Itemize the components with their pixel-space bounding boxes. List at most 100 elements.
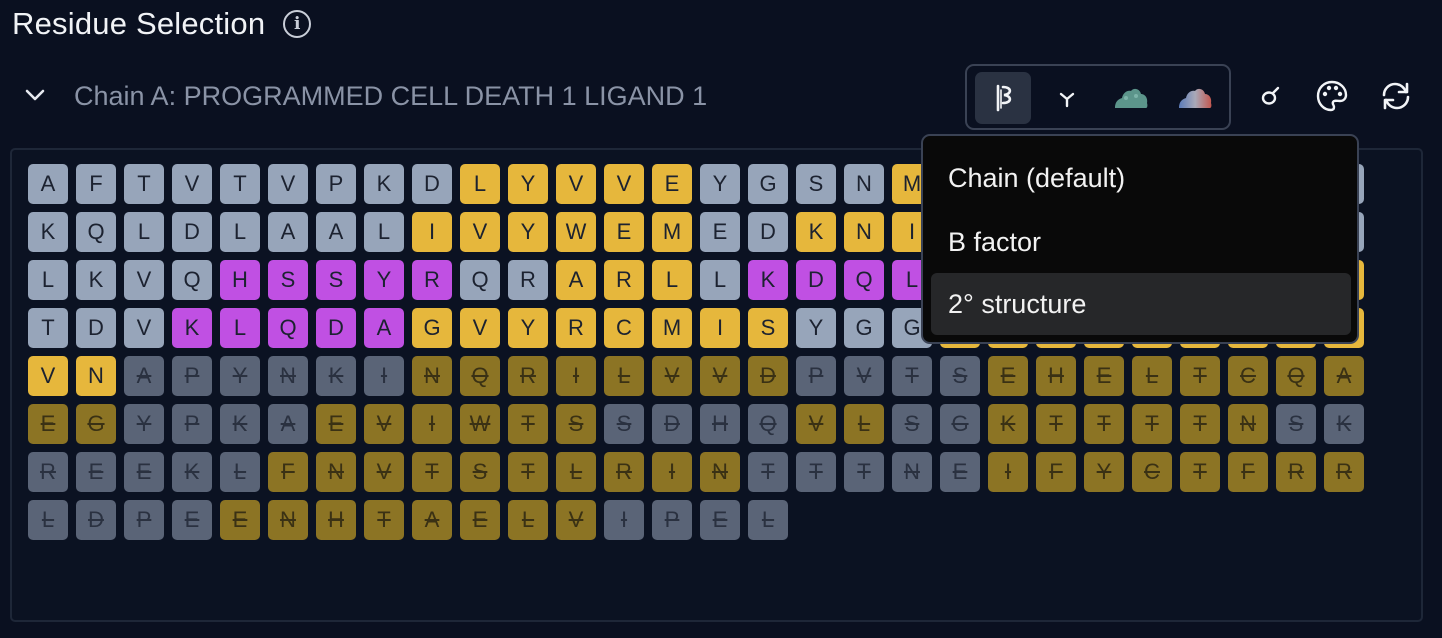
residue-cell[interactable]: G xyxy=(748,164,788,204)
residue-cell[interactable]: V xyxy=(124,308,164,348)
residue-cell[interactable]: N xyxy=(412,356,452,396)
residue-cell[interactable]: F xyxy=(76,164,116,204)
residue-cell[interactable]: S xyxy=(604,404,644,444)
residue-cell[interactable]: N xyxy=(76,356,116,396)
residue-cell[interactable]: I xyxy=(604,500,644,540)
color-tool-button[interactable] xyxy=(1312,76,1352,116)
residue-cell[interactable]: I xyxy=(700,308,740,348)
residue-cell[interactable]: Q xyxy=(76,212,116,252)
residue-cell[interactable]: P xyxy=(316,164,356,204)
residue-cell[interactable]: A xyxy=(556,260,596,300)
residue-cell[interactable]: Y xyxy=(508,212,548,252)
residue-cell[interactable]: D xyxy=(172,212,212,252)
residue-cell[interactable]: Y xyxy=(1084,452,1124,492)
residue-cell[interactable]: E xyxy=(220,500,260,540)
residue-cell[interactable]: F xyxy=(1036,452,1076,492)
residue-cell[interactable]: S xyxy=(268,260,308,300)
residue-cell[interactable]: E xyxy=(460,500,500,540)
residue-cell[interactable]: T xyxy=(1180,452,1220,492)
residue-cell[interactable]: S xyxy=(940,356,980,396)
residue-cell[interactable]: E xyxy=(76,452,116,492)
residue-cell[interactable]: L xyxy=(1132,356,1172,396)
residue-cell[interactable]: W xyxy=(556,212,596,252)
residue-cell[interactable]: A xyxy=(124,356,164,396)
residue-cell[interactable]: K xyxy=(748,260,788,300)
residue-cell[interactable]: V xyxy=(652,356,692,396)
residue-cell[interactable]: P xyxy=(652,500,692,540)
residue-cell[interactable]: W xyxy=(460,404,500,444)
residue-cell[interactable]: L xyxy=(604,356,644,396)
residue-cell[interactable]: D xyxy=(796,260,836,300)
residue-cell[interactable]: V xyxy=(556,500,596,540)
residue-cell[interactable]: E xyxy=(124,452,164,492)
residue-cell[interactable]: R xyxy=(604,452,644,492)
residue-cell[interactable]: T xyxy=(412,452,452,492)
residue-cell[interactable]: Y xyxy=(796,308,836,348)
residue-cell[interactable]: L xyxy=(28,260,68,300)
residue-cell[interactable]: L xyxy=(220,308,260,348)
residue-cell[interactable]: R xyxy=(604,260,644,300)
residue-cell[interactable]: H xyxy=(1036,356,1076,396)
residue-cell[interactable]: R xyxy=(412,260,452,300)
residue-cell[interactable]: L xyxy=(700,260,740,300)
sequence-mode-button[interactable] xyxy=(975,72,1031,124)
residue-cell[interactable]: I xyxy=(652,452,692,492)
residue-cell[interactable]: T xyxy=(28,308,68,348)
residue-cell[interactable]: I xyxy=(364,356,404,396)
residue-cell[interactable]: K xyxy=(316,356,356,396)
residue-cell[interactable]: Q xyxy=(460,260,500,300)
residue-cell[interactable]: E xyxy=(700,212,740,252)
residue-cell[interactable]: D xyxy=(412,164,452,204)
residue-cell[interactable]: E xyxy=(652,164,692,204)
residue-cell[interactable]: S xyxy=(556,404,596,444)
residue-cell[interactable]: T xyxy=(1084,404,1124,444)
residue-cell[interactable]: D xyxy=(748,356,788,396)
residue-cell[interactable]: L xyxy=(124,212,164,252)
residue-cell[interactable]: I xyxy=(412,212,452,252)
residue-cell[interactable]: K xyxy=(364,164,404,204)
residue-cell[interactable]: M xyxy=(652,308,692,348)
menu-item-secondary-structure[interactable]: 2° structure xyxy=(931,273,1351,335)
residue-cell[interactable]: T xyxy=(1132,404,1172,444)
residue-cell[interactable]: T xyxy=(1036,404,1076,444)
residue-cell[interactable]: E xyxy=(316,404,356,444)
residue-cell[interactable]: L xyxy=(220,452,260,492)
chevron-down-icon[interactable] xyxy=(22,82,48,108)
residue-cell[interactable]: T xyxy=(220,164,260,204)
residue-cell[interactable]: Q xyxy=(460,356,500,396)
residue-cell[interactable]: Q xyxy=(172,260,212,300)
residue-cell[interactable]: K xyxy=(28,212,68,252)
residue-cell[interactable]: L xyxy=(460,164,500,204)
residue-cell[interactable]: T xyxy=(892,356,932,396)
residue-cell[interactable]: C xyxy=(1132,452,1172,492)
residue-cell[interactable]: A xyxy=(412,500,452,540)
residue-cell[interactable]: Q xyxy=(268,308,308,348)
residue-cell[interactable]: A xyxy=(1324,356,1364,396)
residue-cell[interactable]: H xyxy=(316,500,356,540)
residue-cell[interactable]: D xyxy=(748,212,788,252)
residue-cell[interactable]: Y xyxy=(364,260,404,300)
residue-cell[interactable]: A xyxy=(268,212,308,252)
residue-cell[interactable]: F xyxy=(1228,452,1268,492)
residue-cell[interactable]: T xyxy=(796,452,836,492)
residue-cell[interactable]: S xyxy=(316,260,356,300)
residue-cell[interactable]: L xyxy=(28,500,68,540)
residue-cell[interactable]: E xyxy=(28,404,68,444)
residue-cell[interactable]: D xyxy=(76,500,116,540)
residue-cell[interactable]: L xyxy=(748,500,788,540)
residue-cell[interactable]: P xyxy=(796,356,836,396)
residue-cell[interactable]: I xyxy=(412,404,452,444)
residue-cell[interactable]: Y xyxy=(508,308,548,348)
residue-cell[interactable]: R xyxy=(28,452,68,492)
residue-cell[interactable]: E xyxy=(988,356,1028,396)
surface-mode-button[interactable] xyxy=(1103,72,1159,124)
residue-cell[interactable]: N xyxy=(892,452,932,492)
residue-cell[interactable]: F xyxy=(268,452,308,492)
residue-cell[interactable]: R xyxy=(1324,452,1364,492)
residue-cell[interactable]: S xyxy=(892,404,932,444)
residue-cell[interactable]: A xyxy=(364,308,404,348)
residue-cell[interactable]: T xyxy=(1180,356,1220,396)
residue-cell[interactable]: G xyxy=(844,308,884,348)
residue-cell[interactable]: Y xyxy=(124,404,164,444)
residue-cell[interactable]: V xyxy=(556,164,596,204)
